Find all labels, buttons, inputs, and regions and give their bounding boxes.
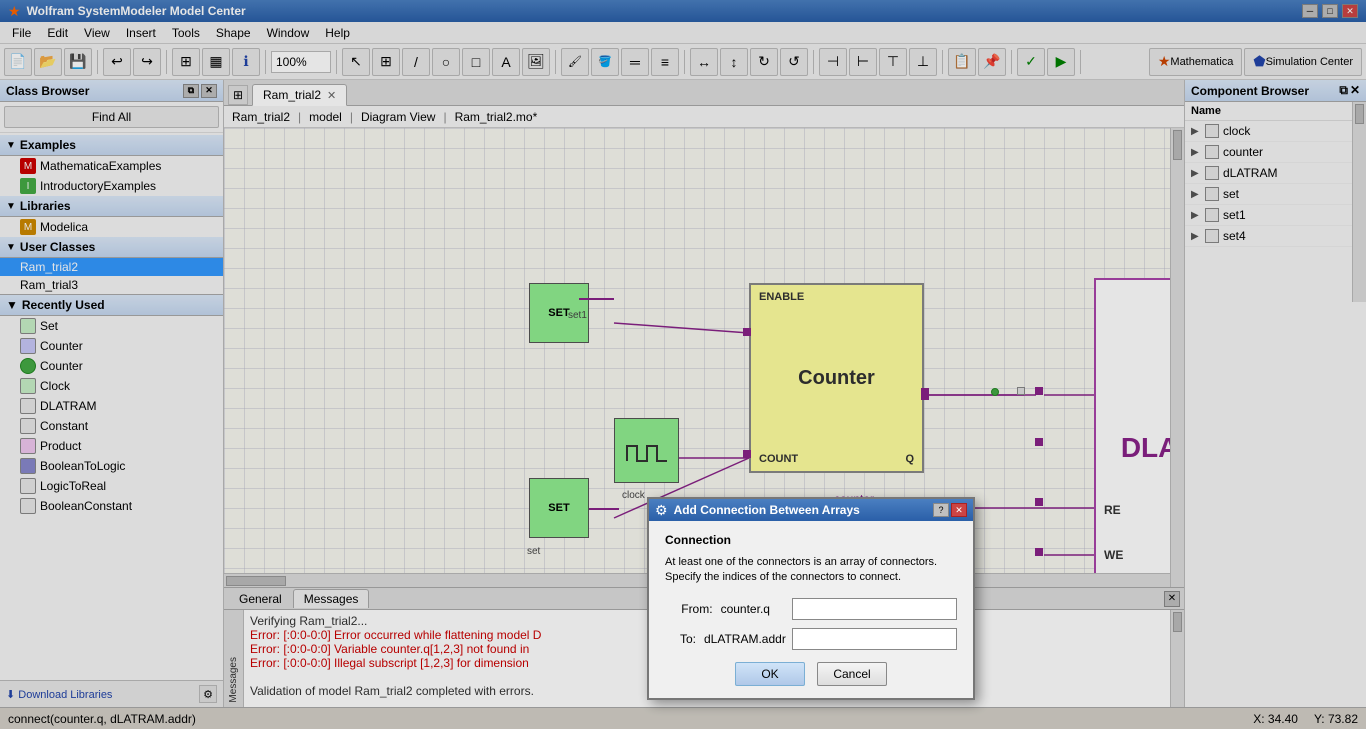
from-input[interactable]	[792, 598, 957, 620]
to-field-row: To: dLATRAM.addr	[665, 628, 957, 650]
dialog-body: Connection At least one of the connector…	[649, 521, 973, 698]
dialog-close-button[interactable]: ✕	[951, 503, 967, 517]
dialog-help-button[interactable]: ?	[933, 503, 949, 517]
dialog-title-text: Add Connection Between Arrays	[674, 503, 933, 517]
add-connection-dialog: ⚙ Add Connection Between Arrays ? ✕ Conn…	[647, 497, 975, 700]
to-label: To:	[665, 632, 696, 646]
dialog-buttons: OK Cancel	[665, 662, 957, 686]
dialog-overlay: ⚙ Add Connection Between Arrays ? ✕ Conn…	[0, 0, 1366, 729]
dialog-controls: ? ✕	[933, 503, 967, 517]
dialog-section-title: Connection	[665, 533, 957, 547]
dialog-ok-button[interactable]: OK	[735, 662, 805, 686]
from-field-row: From: counter.q	[665, 598, 957, 620]
to-name: dLATRAM.addr	[704, 632, 784, 646]
dialog-cancel-button[interactable]: Cancel	[817, 662, 887, 686]
dialog-titlebar: ⚙ Add Connection Between Arrays ? ✕	[649, 499, 973, 521]
from-label: From:	[665, 602, 713, 616]
dialog-description: At least one of the connectors is an arr…	[665, 555, 957, 586]
to-input[interactable]	[792, 628, 957, 650]
from-name: counter.q	[721, 602, 784, 616]
dialog-title-icon: ⚙	[655, 502, 668, 519]
